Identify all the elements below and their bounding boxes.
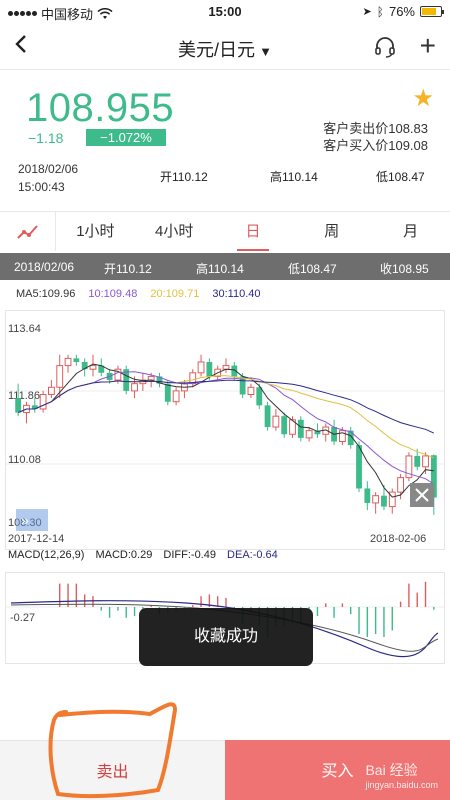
candle-body bbox=[264, 405, 271, 428]
y-tick-low: 110.08 bbox=[8, 454, 41, 466]
sell-price: 客户卖出价108.83 bbox=[323, 121, 428, 136]
battery-label: 76% bbox=[388, 4, 415, 19]
candle-body bbox=[381, 495, 387, 507]
macd-label: MACD(12,26,9) bbox=[8, 549, 85, 561]
x-tick-left: 2017-12-14 bbox=[8, 533, 64, 545]
chevron-down-icon: ▼ bbox=[259, 44, 272, 59]
quote-low: 低108.47 bbox=[376, 170, 425, 184]
y-tick-top: 113.64 bbox=[8, 323, 41, 335]
star-icon[interactable]: ★ bbox=[412, 84, 434, 113]
ohlc-low: 低108.47 bbox=[288, 262, 337, 276]
candle-body bbox=[422, 455, 429, 468]
candles-group bbox=[15, 354, 437, 515]
headset-icon[interactable] bbox=[374, 36, 396, 58]
ma10-value: 10:109.48 bbox=[88, 288, 138, 300]
candle-body bbox=[281, 416, 288, 435]
candle-body bbox=[48, 386, 55, 396]
pair-title: 美元/日元 bbox=[178, 40, 256, 60]
tab-week[interactable]: 周 bbox=[292, 212, 371, 251]
quote-panel: 108.955 −1.18 −1.072% ★ 客户卖出价108.83 客户买入… bbox=[0, 70, 450, 200]
ohlc-high: 高110.14 bbox=[196, 262, 244, 276]
expand-glyph: » bbox=[21, 512, 29, 528]
status-bar: 中国移动 15:00 ➤ ᛒ 76% bbox=[0, 0, 450, 24]
price-change: −1.18 bbox=[28, 130, 64, 146]
tab-4h[interactable]: 4小时 bbox=[135, 212, 214, 251]
buy-price: 客户买入价109.08 bbox=[323, 138, 428, 153]
dea-value: DEA:-0.64 bbox=[227, 549, 278, 561]
nav-bar: 美元/日元 ▼ + bbox=[0, 24, 450, 70]
candle-body bbox=[206, 361, 213, 377]
candle-body bbox=[73, 358, 80, 362]
macd-y-tick: -0.27 bbox=[10, 612, 35, 624]
macd-legend: MACD(12,26,9) MACD:0.29 DIFF:-0.49 DEA:-… bbox=[8, 549, 286, 561]
ohlc-bar: 2018/02/06 开110.12 高110.14 低108.47 收108.… bbox=[0, 253, 450, 280]
candle-body bbox=[15, 398, 22, 413]
ma5-line bbox=[18, 363, 434, 498]
sell-button[interactable]: 卖出 bbox=[0, 740, 225, 800]
candle-body bbox=[172, 390, 180, 403]
candle-body bbox=[39, 394, 47, 410]
ma20-line bbox=[18, 375, 434, 459]
candle-body bbox=[247, 386, 255, 396]
ohlc-open: 开110.12 bbox=[104, 262, 152, 276]
status-right: ➤ ᛒ 76% bbox=[362, 4, 444, 19]
ohlc-close: 收108.95 bbox=[380, 262, 429, 276]
candle-body bbox=[397, 477, 404, 493]
quote-date: 2018/02/06 bbox=[18, 162, 79, 176]
tab-day[interactable]: 日 bbox=[214, 212, 293, 251]
candle-body bbox=[364, 488, 371, 503]
candle-body bbox=[89, 365, 97, 370]
candle-body bbox=[64, 357, 72, 367]
candle-body bbox=[197, 361, 205, 374]
candle-body bbox=[256, 387, 263, 406]
candle-body bbox=[272, 415, 280, 428]
candle-body bbox=[297, 419, 304, 438]
period-tabs: 1小时 4小时 日 周 月 bbox=[0, 211, 450, 251]
bluetooth-icon: ᛒ bbox=[376, 4, 384, 19]
quote-time: 15:00:43 bbox=[18, 180, 65, 194]
bid-ask: 客户卖出价108.83 客户买入价109.08 bbox=[323, 120, 428, 154]
candle-body bbox=[372, 495, 380, 504]
watermark-url: jingyan.baidu.com bbox=[365, 780, 438, 790]
quote-datetime: 2018/02/06 15:00:43 bbox=[18, 160, 78, 196]
ohlc-date: 2018/02/06 bbox=[14, 260, 75, 274]
candle-body bbox=[131, 383, 138, 392]
watermark: Bai 经验 jingyan.baidu.com bbox=[365, 760, 438, 790]
candle-body bbox=[356, 445, 362, 489]
candle-body bbox=[414, 455, 421, 467]
macd-value: MACD:0.29 bbox=[95, 549, 153, 561]
candle-body bbox=[164, 383, 171, 402]
candle-body bbox=[56, 365, 64, 388]
watermark-brand: Bai 经验 bbox=[365, 762, 418, 778]
price-change-percent: −1.072% bbox=[86, 129, 166, 146]
candle-body bbox=[222, 365, 230, 370]
candle-body bbox=[338, 430, 346, 442]
candle-body bbox=[305, 430, 313, 439]
diff-value: DIFF:-0.49 bbox=[163, 549, 216, 561]
line-chart-icon[interactable] bbox=[0, 212, 56, 251]
ma-legend: MA5:109.96 10:109.48 20:109.71 30:110.40 bbox=[16, 288, 271, 300]
ma30-line bbox=[18, 379, 435, 434]
tab-1h[interactable]: 1小时 bbox=[56, 212, 135, 251]
plus-icon[interactable]: + bbox=[420, 30, 436, 62]
kline-chart[interactable]: 113.64 111.86 110.08 108.30 2017-12-14 2… bbox=[5, 310, 445, 550]
ma5-value: MA5:109.96 bbox=[16, 288, 76, 300]
ma20-value: 20:109.71 bbox=[150, 288, 200, 300]
kline-svg: 113.64 111.86 110.08 108.30 2017-12-14 2… bbox=[6, 323, 444, 545]
ma30-value: 30:110.40 bbox=[212, 288, 261, 300]
location-icon: ➤ bbox=[362, 6, 372, 18]
x-tick-right: 2018-02-06 bbox=[370, 533, 426, 545]
quote-open: 开110.12 bbox=[160, 170, 208, 184]
current-price: 108.955 bbox=[26, 86, 175, 130]
toast: 收藏成功 bbox=[139, 608, 313, 666]
quote-high: 高110.14 bbox=[270, 170, 318, 184]
battery-icon bbox=[420, 6, 444, 17]
tab-month[interactable]: 月 bbox=[371, 212, 450, 251]
